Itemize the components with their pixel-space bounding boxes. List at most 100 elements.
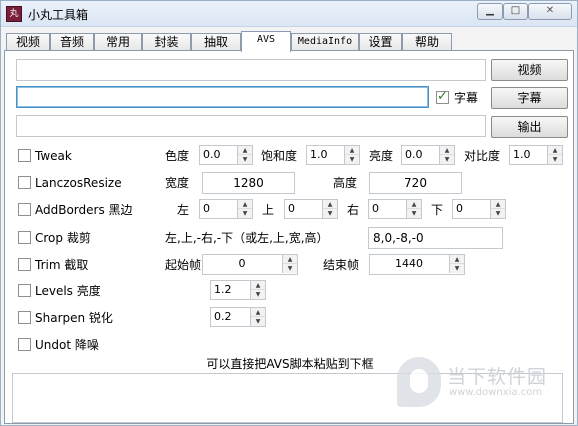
spin-up-icon[interactable]: ▲ xyxy=(491,200,505,209)
levels-checkbox[interactable] xyxy=(18,284,31,297)
spin-down-icon[interactable]: ▼ xyxy=(491,209,505,218)
tab-audio[interactable]: 音频 xyxy=(50,33,94,51)
watermark-logo-icon xyxy=(397,357,441,407)
tab-mux[interactable]: 封装 xyxy=(142,33,191,51)
spin-down-icon[interactable]: ▼ xyxy=(238,155,252,164)
maximize-button[interactable]: □ xyxy=(503,3,528,20)
tweak-label: Tweak xyxy=(35,149,72,163)
levels-value: 1.2 xyxy=(214,283,232,296)
crop-value: 8,0,-8,-0 xyxy=(373,231,424,245)
height-label: 高度 xyxy=(333,176,358,190)
addborders-checkbox[interactable] xyxy=(18,203,31,216)
end-frame-spinner[interactable]: 1440 ▲ ▼ xyxy=(369,254,465,275)
levels-spinner[interactable]: 1.2 ▲ ▼ xyxy=(210,280,266,300)
contrast-value: 1.0 xyxy=(513,148,531,161)
spin-down-icon[interactable]: ▼ xyxy=(548,155,562,164)
tab-help[interactable]: 帮助 xyxy=(402,33,452,51)
spin-down-icon[interactable]: ▼ xyxy=(323,209,337,218)
brightness-spinner[interactable]: 0.0 ▲ ▼ xyxy=(401,145,455,165)
spin-up-icon[interactable]: ▲ xyxy=(323,200,337,209)
lanczos-label: LanczosResize xyxy=(35,176,122,190)
border-left-spinner[interactable]: 0 ▲ ▼ xyxy=(199,199,253,219)
spin-up-icon[interactable]: ▲ xyxy=(251,308,265,317)
trim-label: Trim 截取 xyxy=(35,258,89,272)
saturation-spinner[interactable]: 1.0 ▲ ▼ xyxy=(306,145,360,165)
close-button[interactable]: ✕ xyxy=(528,3,572,20)
subtitle-checkbox[interactable] xyxy=(436,89,449,104)
border-bottom-label: 下 xyxy=(431,203,444,217)
hue-value: 0.0 xyxy=(203,148,221,161)
tab-common[interactable]: 常用 xyxy=(94,33,142,51)
end-frame-value: 1440 xyxy=(395,257,423,270)
border-right-label: 右 xyxy=(347,203,360,217)
spin-up-icon[interactable]: ▲ xyxy=(238,146,252,155)
spin-down-icon[interactable]: ▼ xyxy=(251,290,265,299)
addborders-label: AddBorders 黑边 xyxy=(35,203,133,217)
spin-up-icon[interactable]: ▲ xyxy=(345,146,359,155)
tab-settings[interactable]: 设置 xyxy=(359,33,402,51)
width-value: 1280 xyxy=(233,176,264,190)
spin-down-icon[interactable]: ▼ xyxy=(238,209,252,218)
sharpen-spinner[interactable]: 0.2 ▲ ▼ xyxy=(210,307,266,327)
tweak-checkbox[interactable] xyxy=(18,149,31,162)
spin-up-icon[interactable]: ▲ xyxy=(407,200,421,209)
video-path-input[interactable] xyxy=(16,59,486,81)
width-label: 宽度 xyxy=(165,176,190,190)
spin-up-icon[interactable]: ▲ xyxy=(440,146,454,155)
height-value: 720 xyxy=(404,176,427,190)
start-frame-label: 起始帧 xyxy=(165,258,202,272)
spin-down-icon[interactable]: ▼ xyxy=(440,155,454,164)
app-icon: 丸 xyxy=(6,6,22,22)
output-button[interactable]: 输出 xyxy=(491,116,568,138)
start-frame-value: 0 xyxy=(238,257,246,270)
app-window: 丸 小丸工具箱 ▁ □ ✕ 视频 音频 常用 封装 抽取 AVS MediaIn… xyxy=(0,0,578,426)
border-bottom-spinner[interactable]: 0 ▲ ▼ xyxy=(452,199,506,219)
spin-up-icon[interactable]: ▲ xyxy=(238,200,252,209)
sharpen-checkbox[interactable] xyxy=(18,311,31,324)
subtitle-path-input[interactable] xyxy=(16,86,429,108)
spin-up-icon[interactable]: ▲ xyxy=(251,281,265,290)
height-input[interactable]: 720 xyxy=(369,172,462,194)
sharpen-label: Sharpen 锐化 xyxy=(35,311,113,325)
hue-spinner[interactable]: 0.0 ▲ ▼ xyxy=(199,145,253,165)
brightness-value: 0.0 xyxy=(405,148,423,161)
spin-down-icon[interactable]: ▼ xyxy=(345,155,359,164)
width-input[interactable]: 1280 xyxy=(202,172,295,194)
undot-checkbox[interactable] xyxy=(18,338,31,351)
tab-extract[interactable]: 抽取 xyxy=(191,33,241,51)
tab-video[interactable]: 视频 xyxy=(6,33,50,51)
saturation-label: 饱和度 xyxy=(261,149,298,163)
subtitle-button[interactable]: 字幕 xyxy=(491,87,568,109)
spin-down-icon[interactable]: ▼ xyxy=(450,264,464,273)
border-top-value: 0 xyxy=(288,202,295,215)
trim-checkbox[interactable] xyxy=(18,258,31,271)
spin-down-icon[interactable]: ▼ xyxy=(251,317,265,326)
contrast-label: 对比度 xyxy=(464,149,501,163)
spin-up-icon[interactable]: ▲ xyxy=(450,255,464,264)
border-bottom-value: 0 xyxy=(456,202,463,215)
output-path-input[interactable] xyxy=(16,115,486,137)
spin-down-icon[interactable]: ▼ xyxy=(407,209,421,218)
undot-label: Undot 降噪 xyxy=(35,338,99,352)
spin-up-icon[interactable]: ▲ xyxy=(283,255,297,264)
start-frame-spinner[interactable]: 0 ▲ ▼ xyxy=(202,254,298,275)
spin-down-icon[interactable]: ▼ xyxy=(283,264,297,273)
crop-input[interactable]: 8,0,-8,-0 xyxy=(368,227,503,249)
saturation-value: 1.0 xyxy=(310,148,328,161)
tab-avs[interactable]: AVS xyxy=(241,31,291,52)
avs-tab-panel: 视频 字幕 字幕 输出 Tweak 色度 0.0 ▲▼ 饱和度 1.0 ▲▼ 亮… xyxy=(4,50,574,424)
border-right-value: 0 xyxy=(372,202,379,215)
tab-mediainfo[interactable]: MediaInfo xyxy=(291,33,359,51)
lanczos-checkbox[interactable] xyxy=(18,176,31,189)
border-right-spinner[interactable]: 0 ▲ ▼ xyxy=(368,199,422,219)
contrast-spinner[interactable]: 1.0 ▲ ▼ xyxy=(509,145,563,165)
border-top-spinner[interactable]: 0 ▲ ▼ xyxy=(284,199,338,219)
crop-checkbox[interactable] xyxy=(18,231,31,244)
video-button[interactable]: 视频 xyxy=(491,59,568,81)
spin-up-icon[interactable]: ▲ xyxy=(548,146,562,155)
levels-label: Levels 亮度 xyxy=(35,284,101,298)
minimize-button[interactable]: ▁ xyxy=(477,3,503,20)
hue-label: 色度 xyxy=(165,149,190,163)
subtitle-checkbox-label: 字幕 xyxy=(454,91,479,105)
brightness-label: 亮度 xyxy=(369,149,394,163)
